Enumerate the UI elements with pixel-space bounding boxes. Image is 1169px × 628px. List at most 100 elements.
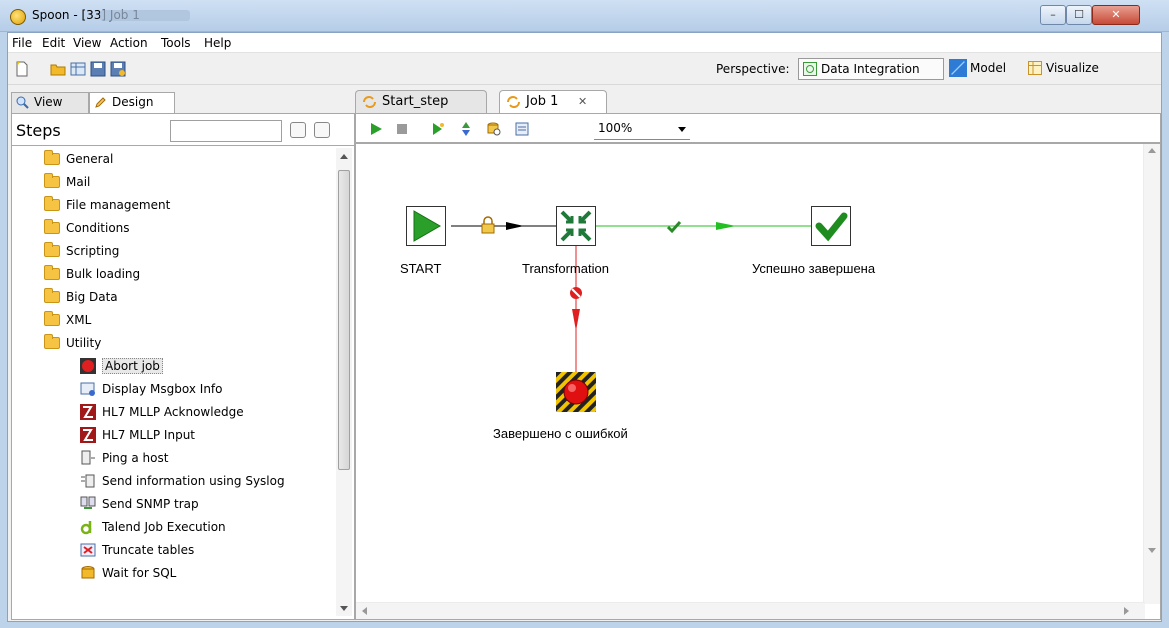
job-tab-icon [507, 96, 520, 108]
job-toolbar: 100% [355, 113, 1161, 143]
step-truncate-tables[interactable]: Truncate tables [80, 539, 194, 561]
app-client: File Edit View Action Tools Help Perspec… [7, 32, 1162, 622]
step-display-msgbox-info[interactable]: Display Msgbox Info [80, 378, 223, 400]
scroll-up-arrow-icon[interactable] [340, 154, 348, 159]
title-bar: Spoon - [33] Job 1 – ☐ ✕ [0, 0, 1169, 32]
node-abort-label: Завершено с ошибкой [493, 426, 628, 441]
menu-action[interactable]: Action [110, 36, 148, 50]
tab-view[interactable]: View [11, 92, 89, 113]
node-success[interactable] [811, 206, 851, 246]
step-abort-job[interactable]: Abort job [80, 355, 163, 377]
scroll-left-arrow-icon[interactable] [362, 607, 367, 615]
perspective-model[interactable]: Model [948, 58, 1020, 80]
folder-bulk-loading[interactable]: Bulk loading [44, 263, 140, 285]
error-icon [570, 287, 582, 299]
steps-search-input[interactable] [170, 120, 282, 142]
folder-scripting[interactable]: Scripting [44, 240, 119, 262]
perspective-visualize[interactable]: Visualize [1024, 58, 1120, 80]
step-talend-job-execution[interactable]: Talend Job Execution [80, 516, 226, 538]
hl7-ack-icon [80, 404, 96, 420]
folder-icon [44, 288, 60, 303]
node-success-label: Успешно завершена [752, 261, 876, 276]
zoom-select[interactable]: 100% [594, 118, 690, 140]
menu-help[interactable]: Help [204, 36, 231, 50]
steps-tree: General Mail File management Conditions … [11, 146, 355, 620]
verify-icon[interactable] [458, 121, 474, 137]
run-icon[interactable] [368, 121, 384, 137]
steps-tree-scrollbar[interactable] [336, 148, 352, 616]
tab-start-step-label: Start_step [382, 94, 449, 109]
canvas-vertical-scrollbar[interactable] [1143, 144, 1160, 604]
scroll-right-arrow-icon[interactable] [1124, 607, 1129, 615]
save-icon[interactable] [90, 61, 106, 77]
folder-general[interactable]: General [44, 148, 113, 170]
msgbox-icon [80, 382, 95, 396]
step-ping-a-host[interactable]: Ping a host [80, 447, 168, 469]
abort-icon [556, 372, 596, 412]
scroll-down-arrow-icon[interactable] [1148, 548, 1156, 553]
data-integration-icon [803, 62, 817, 76]
ping-icon [81, 450, 95, 465]
folder-file-management[interactable]: File management [44, 194, 170, 216]
folder-icon [44, 242, 60, 257]
pencil-icon [95, 97, 106, 108]
folder-xml[interactable]: XML [44, 309, 91, 331]
perspective-model-label: Model [970, 61, 1007, 75]
zoom-value: 100% [598, 121, 633, 135]
start-icon [406, 206, 446, 246]
tab-job-1-label: Job 1 [526, 94, 559, 109]
title-redacted [100, 10, 190, 21]
menu-tools[interactable]: Tools [161, 36, 191, 50]
node-transformation-label: Transformation [522, 261, 609, 276]
step-hl7-mllp-input[interactable]: HL7 MLLP Input [80, 424, 195, 446]
folder-utility[interactable]: Utility [44, 332, 101, 354]
step-wait-for-sql[interactable]: Wait for SQL [80, 562, 176, 584]
spoon-app-icon [10, 9, 26, 25]
folder-conditions[interactable]: Conditions [44, 217, 130, 239]
step-hl7-mllp-acknowledge[interactable]: HL7 MLLP Acknowledge [80, 401, 244, 423]
collapse-all-icon[interactable] [314, 122, 330, 138]
perspective-data-integration[interactable]: Data Integration [798, 58, 944, 80]
hl7-input-icon [80, 427, 96, 443]
open-folder-icon[interactable] [50, 61, 66, 77]
scroll-up-arrow-icon[interactable] [1148, 148, 1156, 153]
tab-job-1[interactable]: Job 1 ✕ [499, 90, 607, 113]
left-panel: View Design Steps General Mail File mana… [11, 90, 355, 620]
explore-repository-icon[interactable] [70, 61, 86, 77]
main-toolbar: Perspective: Data Integration Model Visu… [8, 53, 1161, 85]
step-send-syslog[interactable]: Send information using Syslog [80, 470, 285, 492]
canvas-horizontal-scrollbar[interactable] [356, 602, 1145, 619]
folder-big-data[interactable]: Big Data [44, 286, 118, 308]
tab-start-step[interactable]: Start_step [355, 90, 487, 113]
folder-icon [44, 219, 60, 234]
sql-icon[interactable] [514, 121, 530, 137]
node-abort[interactable] [556, 372, 596, 412]
menu-file[interactable]: File [12, 36, 32, 50]
snmp-icon [80, 496, 96, 509]
steps-scroll-thumb[interactable] [338, 170, 350, 470]
node-start[interactable] [406, 206, 446, 246]
replay-icon[interactable] [430, 121, 446, 137]
minimize-button[interactable]: – [1040, 5, 1066, 25]
new-file-icon[interactable] [14, 61, 30, 77]
menu-view[interactable]: View [73, 36, 101, 50]
node-transformation[interactable] [556, 206, 596, 246]
impact-icon[interactable] [486, 121, 502, 137]
perspective-label: Perspective: [716, 62, 790, 76]
step-send-snmp-trap[interactable]: Send SNMP trap [80, 493, 199, 515]
save-as-icon[interactable] [110, 61, 126, 77]
tab-design[interactable]: Design [89, 92, 175, 113]
menu-edit[interactable]: Edit [42, 36, 65, 50]
close-button[interactable]: ✕ [1092, 5, 1140, 25]
folder-mail[interactable]: Mail [44, 171, 90, 193]
wait-for-sql-icon [81, 566, 95, 579]
folder-icon [44, 334, 60, 349]
expand-all-icon[interactable] [290, 122, 306, 138]
maximize-button[interactable]: ☐ [1066, 5, 1092, 25]
scroll-down-arrow-icon[interactable] [340, 606, 348, 611]
job-canvas[interactable]: START Transformation Успешно завершена З… [355, 143, 1161, 620]
abort-job-icon [80, 358, 96, 374]
tab-close-icon[interactable]: ✕ [578, 91, 587, 112]
stop-icon[interactable] [394, 121, 410, 137]
folder-icon [44, 150, 60, 165]
